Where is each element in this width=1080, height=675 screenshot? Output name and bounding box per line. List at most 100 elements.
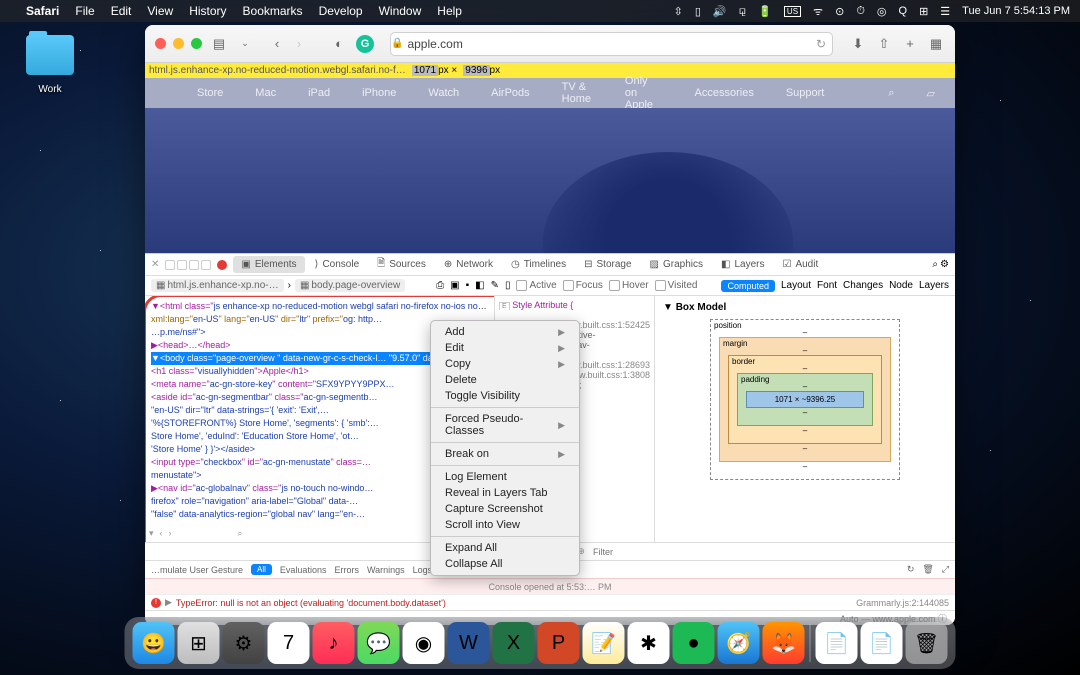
status-record-icon[interactable]: ◎	[877, 5, 887, 18]
styletab-changes[interactable]: Changes	[843, 280, 883, 291]
dock-firefox[interactable]: 🦊	[763, 622, 805, 664]
status-spotlight-icon[interactable]: Q	[899, 5, 908, 17]
dock-spotify[interactable]: ●	[673, 622, 715, 664]
ctx-copy[interactable]: Copy▶	[431, 356, 579, 372]
nav-bag-icon[interactable]: ▱	[927, 87, 935, 100]
dock-notes[interactable]: 📝	[583, 622, 625, 664]
status-grid-icon[interactable]: ⊞	[919, 5, 928, 18]
ctx-break-on[interactable]: Break on▶	[431, 446, 579, 462]
status-bluetooth-icon[interactable]: ⚼	[739, 5, 747, 18]
dock-slack[interactable]: ✱	[628, 622, 670, 664]
tool-edit-icon[interactable]: ✎	[491, 280, 499, 291]
status-input-icon[interactable]: US	[784, 6, 801, 17]
tool-print-icon[interactable]: ⎙	[436, 280, 444, 291]
crumb-body[interactable]: ▦ body.page-overview	[295, 279, 405, 292]
ctx-expand-all[interactable]: Expand All	[431, 540, 579, 556]
inspector-search-icon[interactable]: ⌕	[932, 259, 938, 270]
status-dropbox-icon[interactable]: ⇳	[674, 5, 683, 18]
address-bar[interactable]: 🔒 apple.com ↻	[390, 32, 833, 56]
back-button[interactable]: ‹	[268, 35, 286, 53]
record-indicator-icon[interactable]	[217, 260, 227, 270]
dock-settings[interactable]: ⚙	[223, 622, 265, 664]
dock-powerpoint[interactable]: P	[538, 622, 580, 664]
console-error-row[interactable]: ! ▶ TypeError: null is not an object (ev…	[145, 594, 955, 610]
status-battery-icon[interactable]: ▯	[695, 5, 701, 18]
dock-music[interactable]: ♪	[313, 622, 355, 664]
dom-toggle-icon[interactable]: ▾	[149, 527, 154, 540]
expand-icon[interactable]: ⤢	[942, 564, 949, 575]
chk-visited[interactable]: Visited	[655, 280, 698, 291]
status-volume-icon[interactable]: 🔊	[713, 5, 727, 18]
dock-trash[interactable]: 🗑	[906, 622, 948, 664]
styletab-node[interactable]: Node	[889, 280, 913, 291]
tab-audit[interactable]: ☑ Audit	[774, 256, 826, 273]
menu-window[interactable]: Window	[379, 4, 422, 18]
menubar-clock[interactable]: Tue Jun 7 5:54:13 PM	[962, 5, 1070, 17]
trash-icon[interactable]: 🗑	[922, 564, 933, 575]
grammarly-icon[interactable]: G	[356, 35, 374, 53]
new-tab-icon[interactable]: +	[901, 35, 919, 53]
menu-edit[interactable]: Edit	[111, 4, 132, 18]
styletab-layers[interactable]: Layers	[919, 280, 949, 291]
nav-ipad[interactable]: iPad	[308, 87, 330, 99]
error-source[interactable]: Grammarly.js:2:144085	[856, 598, 949, 608]
styletab-font[interactable]: Font	[817, 280, 837, 291]
dock-word[interactable]: W	[448, 622, 490, 664]
dom-next-icon[interactable]: ›	[169, 527, 172, 540]
tool-dark-icon[interactable]: ▪	[466, 280, 470, 291]
tab-timelines[interactable]: ◷ Timelines	[503, 256, 574, 273]
nav-store[interactable]: Store	[197, 87, 223, 99]
tab-elements[interactable]: ▣ Elements	[233, 256, 304, 273]
tab-sources[interactable]: 🗎 Sources	[369, 253, 434, 276]
tab-console[interactable]: ⟩ Console	[307, 256, 368, 273]
chk-hover[interactable]: Hover	[609, 280, 649, 291]
menu-develop[interactable]: Develop	[319, 4, 363, 18]
ctx-log-element[interactable]: Log Element	[431, 469, 579, 485]
refresh-icon[interactable]: ↻	[907, 564, 915, 575]
ctx-reveal-layers[interactable]: Reveal in Layers Tab	[431, 485, 579, 501]
status-control-center-icon[interactable]: ☰	[940, 5, 950, 18]
share-icon[interactable]: ⇧	[875, 35, 893, 53]
dock-messages[interactable]: 💬	[358, 622, 400, 664]
dock-safari[interactable]: 🧭	[718, 622, 760, 664]
menu-view[interactable]: View	[147, 4, 173, 18]
box-model-diagram[interactable]: position– margin– border– padding– 1071 …	[710, 319, 900, 429]
tab-dropdown-icon[interactable]: ⌄	[236, 35, 254, 53]
app-name[interactable]: Safari	[26, 4, 59, 18]
ctx-edit[interactable]: Edit▶	[431, 340, 579, 356]
dom-search-icon[interactable]: ⌕	[238, 527, 243, 540]
menu-file[interactable]: File	[75, 4, 94, 18]
nav-onlyapple[interactable]: Only on Apple	[625, 75, 663, 111]
filter-all[interactable]: All	[251, 564, 272, 575]
ctx-delete[interactable]: Delete	[431, 372, 579, 388]
chk-active[interactable]: Active	[516, 280, 556, 291]
ctx-capture-screenshot[interactable]: Capture Screenshot	[431, 501, 579, 517]
styletab-computed[interactable]: Computed	[721, 280, 775, 292]
status-wifi-icon[interactable]: ᯤ	[813, 4, 823, 19]
inspector-settings-icon[interactable]: ⚙	[940, 259, 949, 270]
tab-network[interactable]: ⊕ Network	[436, 256, 501, 273]
ctx-collapse-all[interactable]: Collapse All	[431, 556, 579, 572]
dock-doc2[interactable]: 📄	[861, 622, 903, 664]
nav-mac[interactable]: Mac	[255, 87, 276, 99]
nav-support[interactable]: Support	[786, 87, 825, 99]
menu-history[interactable]: History	[189, 4, 226, 18]
reload-icon[interactable]: ↻	[816, 37, 826, 51]
close-inspector-icon[interactable]: ✕	[151, 259, 159, 270]
chk-focus[interactable]: Focus	[563, 280, 603, 291]
tabs-overview-icon[interactable]: ▦	[927, 35, 945, 53]
desktop-folder-work[interactable]: Work	[20, 35, 80, 97]
dock-calendar[interactable]: 7	[268, 622, 310, 664]
nav-airpods[interactable]: AirPods	[491, 87, 530, 99]
dock-doc1[interactable]: 📄	[816, 622, 858, 664]
nav-tvhome[interactable]: TV & Home	[562, 81, 593, 105]
dock-position-icons[interactable]	[165, 260, 211, 270]
tab-graphics[interactable]: ▨ Graphics	[642, 256, 711, 273]
ctx-pseudo[interactable]: Forced Pseudo-Classes▶	[431, 411, 579, 439]
ctx-toggle-visibility[interactable]: Toggle Visibility	[431, 388, 579, 404]
dom-prev-icon[interactable]: ‹	[160, 527, 163, 540]
filter-errors[interactable]: Errors	[334, 565, 359, 575]
sidebar-toggle-icon[interactable]: ▤	[210, 35, 228, 53]
forward-button[interactable]: ›	[290, 35, 308, 53]
filter-input[interactable]	[593, 547, 949, 557]
